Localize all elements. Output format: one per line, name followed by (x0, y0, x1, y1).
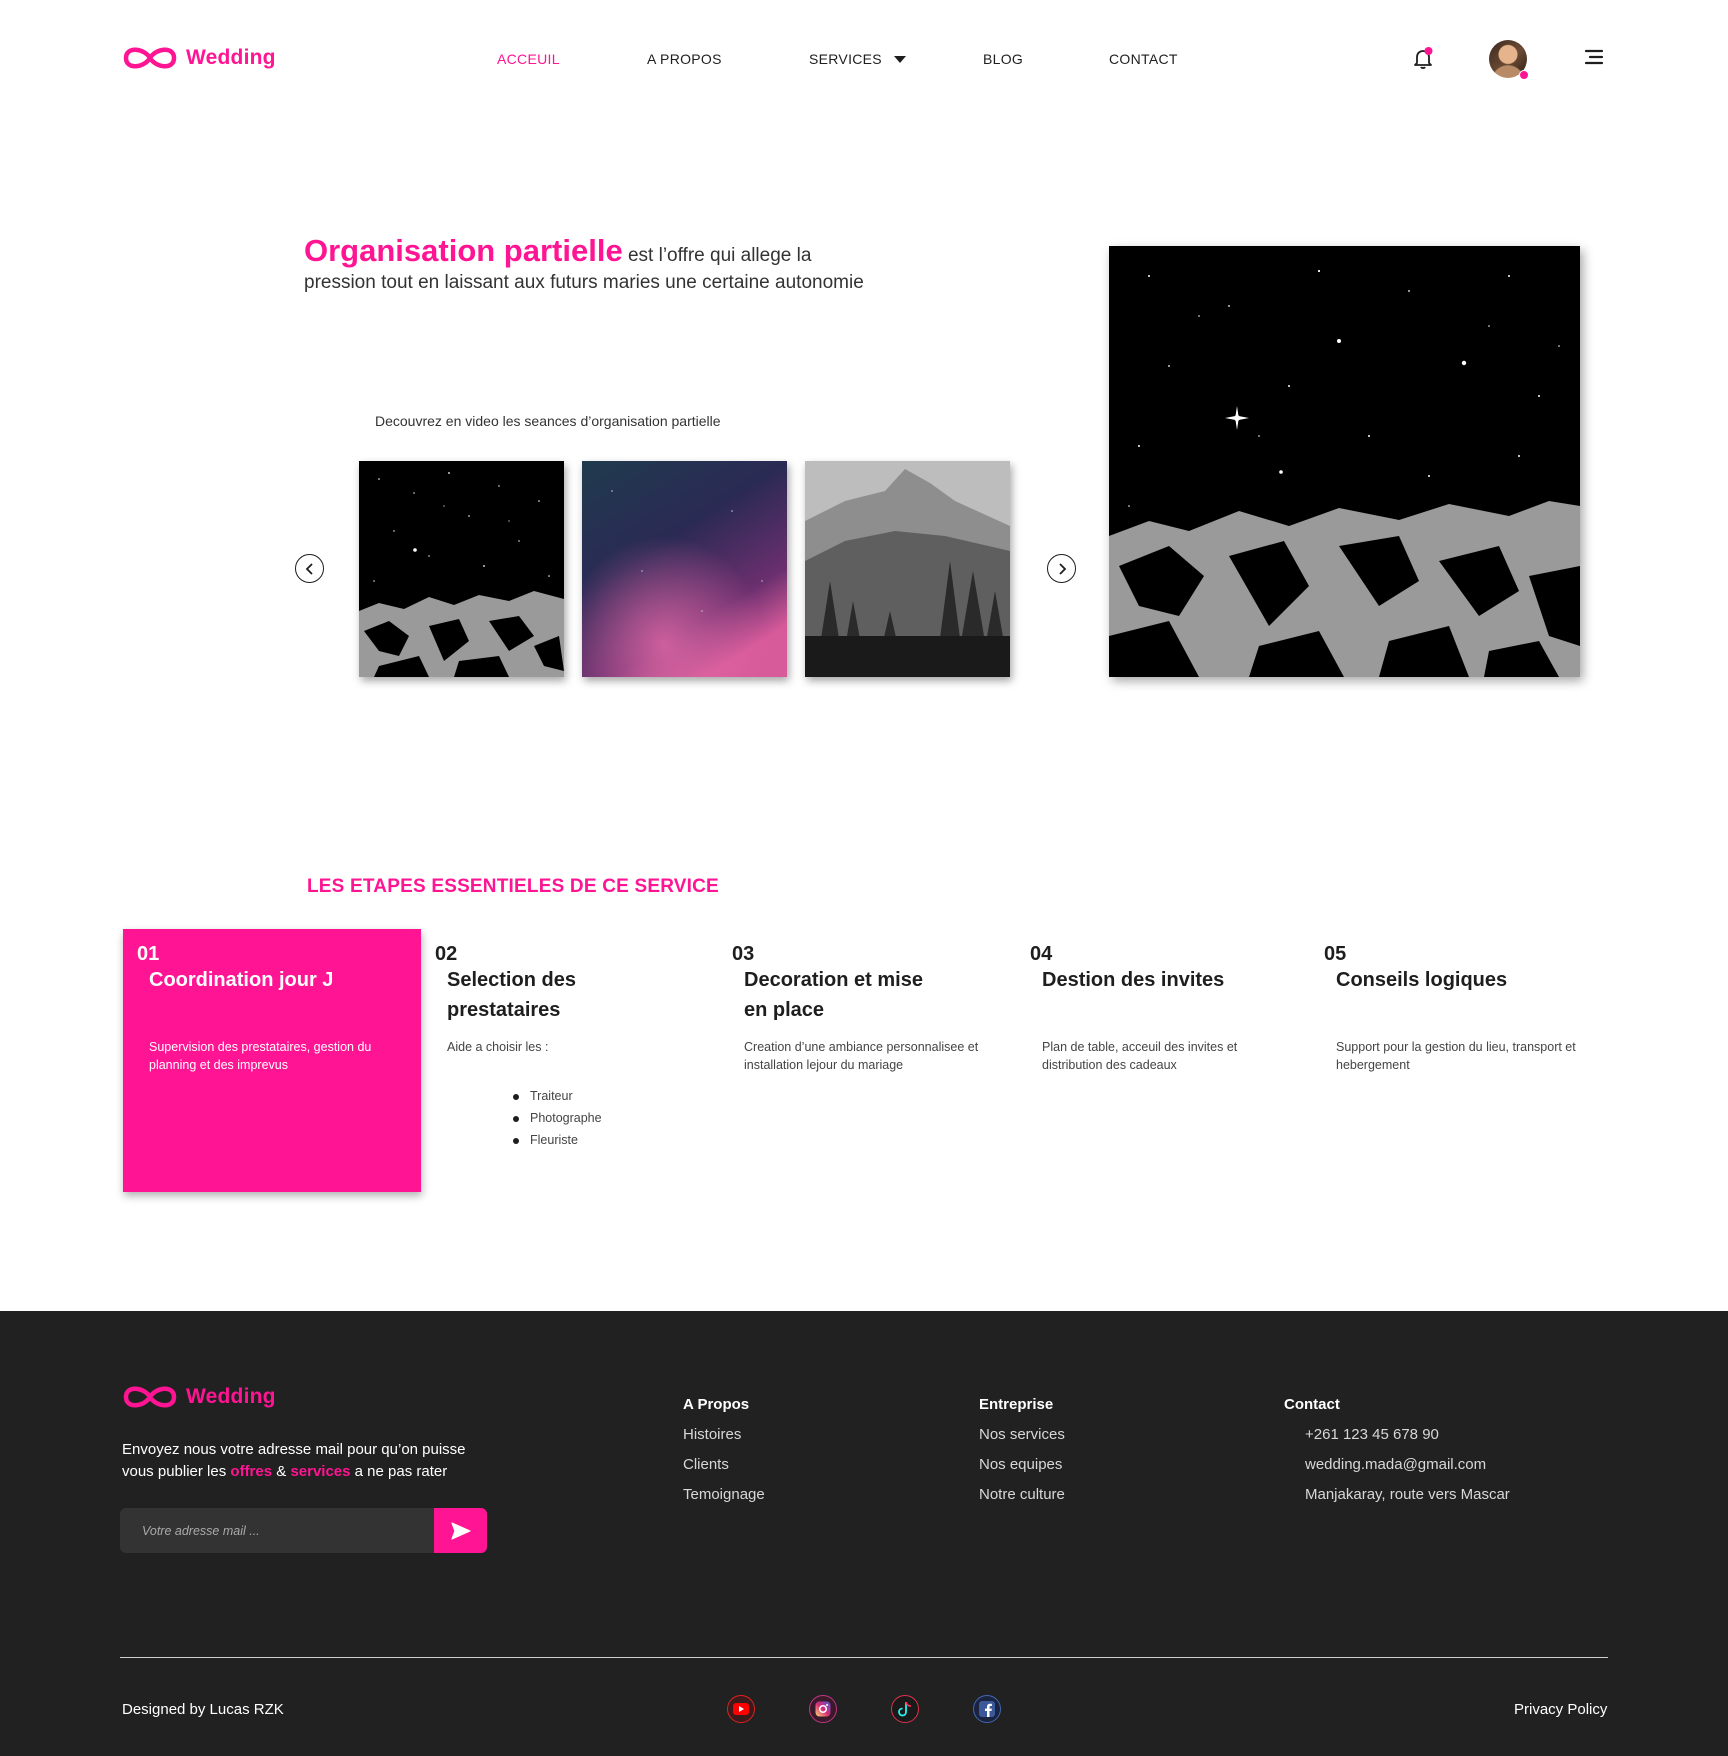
contact-email[interactable]: wedding.mada@gmail.com (1305, 1456, 1486, 1473)
video-thumbnail-1[interactable] (359, 461, 564, 677)
footer-link-histoires[interactable]: Histoires (683, 1426, 741, 1443)
nav-acceuil[interactable]: ACCEUIL (497, 51, 560, 67)
step-title: Decoration et mise en place (744, 969, 923, 1021)
video-thumbnail-2[interactable] (582, 461, 787, 677)
chevron-right-icon (1058, 562, 1066, 575)
video-caption: Decouvrez en video les seances d’organis… (375, 413, 721, 429)
carousel-next-button[interactable] (1047, 554, 1076, 583)
brand-logo[interactable]: Wedding (122, 44, 276, 72)
step-number: 04 (1030, 943, 1053, 965)
contact-address: Manjakaray, route vers Mascar (1305, 1486, 1510, 1503)
nav-contact[interactable]: CONTACT (1109, 51, 1178, 67)
step-description: Supervision des prestataires, gestion du… (149, 1040, 372, 1072)
step-description: Aide a choisir les : (447, 1040, 549, 1054)
step-description: Support pour la gestion du lieu, transpo… (1336, 1040, 1576, 1072)
steps-section-title: LES ETAPES ESSENTIELES DE CE SERVICE (307, 876, 719, 897)
bell-icon[interactable] (1411, 46, 1435, 75)
footer-link-temoignage[interactable]: Temoignage (683, 1486, 765, 1503)
step-card-3[interactable]: 03 Decoration et mise en place Creation … (718, 929, 1016, 1192)
footer-divider (120, 1657, 1608, 1658)
newsletter-form (120, 1508, 487, 1553)
avatar[interactable] (1489, 40, 1529, 80)
newsletter-highlight-offres: offres (230, 1463, 273, 1480)
designed-by: Designed by Lucas RZK (122, 1701, 284, 1718)
step-card-5[interactable]: 05 Conseils logiques Support pour la ges… (1310, 929, 1608, 1192)
brand-name: Wedding (186, 46, 276, 69)
caret-down-icon (893, 56, 906, 64)
step-title: Selection des prestataires (447, 969, 576, 1021)
nav-services[interactable]: SERVICES (809, 51, 906, 69)
footer-link-nos-services[interactable]: Nos services (979, 1426, 1065, 1443)
footer-brand-logo[interactable]: Wedding (122, 1383, 276, 1411)
video-thumbnail-3[interactable] (805, 461, 1010, 677)
newsletter-text-part: a ne pas rater (350, 1463, 448, 1480)
infinity-logo-icon (123, 47, 177, 69)
step-card-1[interactable]: 01 Coordination jour J Supervision des p… (123, 929, 421, 1192)
step-bullet-list: Traiteur Photographe Fleuriste (513, 1089, 602, 1155)
instagram-icon[interactable] (809, 1695, 837, 1723)
privacy-policy-link[interactable]: Privacy Policy (1514, 1701, 1607, 1718)
step-title: Conseils logiques (1336, 969, 1508, 991)
newsletter-highlight-services: services (290, 1463, 351, 1480)
footer-col-title-contact: Contact (1284, 1396, 1340, 1413)
step-card-2[interactable]: 02 Selection des prestataires Aide a cho… (421, 929, 719, 1192)
send-icon (450, 1521, 471, 1540)
carousel-prev-button[interactable] (295, 554, 324, 583)
infinity-logo-icon (123, 1386, 177, 1408)
menu-icon[interactable] (1584, 48, 1604, 71)
nav-services-label: SERVICES (809, 51, 882, 67)
footer-link-notre-culture[interactable]: Notre culture (979, 1486, 1065, 1503)
footer-col-title-entreprise: Entreprise (979, 1396, 1054, 1413)
footer-link-nos-equipes[interactable]: Nos equipes (979, 1456, 1062, 1473)
youtube-icon[interactable] (727, 1695, 755, 1723)
newsletter-text: Envoyez nous votre adresse mail pour qu’… (122, 1439, 492, 1483)
step-description: Creation d’une ambiance personnalisee et… (744, 1040, 979, 1072)
send-button[interactable] (434, 1508, 487, 1553)
brand-name: Wedding (186, 1385, 276, 1408)
list-item: Fleuriste (513, 1133, 602, 1147)
step-title: Destion des invites (1042, 969, 1225, 991)
nav-blog[interactable]: BLOG (983, 51, 1023, 67)
tiktok-icon[interactable] (891, 1695, 919, 1723)
nav-a-propos[interactable]: A PROPOS (647, 51, 722, 67)
facebook-icon[interactable] (973, 1695, 1001, 1723)
newsletter-text-part: & (272, 1463, 291, 1480)
online-status-dot (1519, 70, 1529, 80)
footer-col-title-apropos: A Propos (683, 1396, 750, 1413)
step-title: Coordination jour J (149, 969, 334, 991)
list-item: Photographe (513, 1111, 602, 1125)
hero-main-image (1109, 246, 1580, 677)
footer: Wedding Envoyez nous votre adresse mail … (0, 1311, 1728, 1756)
chevron-left-icon (305, 562, 313, 575)
email-input[interactable] (120, 1508, 434, 1553)
step-number: 05 (1324, 943, 1347, 965)
hero-description: Organisation partielle est l’offre qui a… (304, 235, 864, 296)
hero-title: Organisation partielle (304, 233, 623, 268)
step-number: 02 (435, 943, 458, 965)
step-number: 03 (732, 943, 755, 965)
step-card-4[interactable]: 04 Destion des invites Plan de table, ac… (1016, 929, 1314, 1192)
footer-link-clients[interactable]: Clients (683, 1456, 729, 1473)
step-description: Plan de table, acceuil des invites et di… (1042, 1040, 1238, 1072)
list-item: Traiteur (513, 1089, 602, 1103)
step-number: 01 (137, 943, 160, 965)
contact-phone[interactable]: +261 123 45 678 90 (1305, 1426, 1439, 1443)
